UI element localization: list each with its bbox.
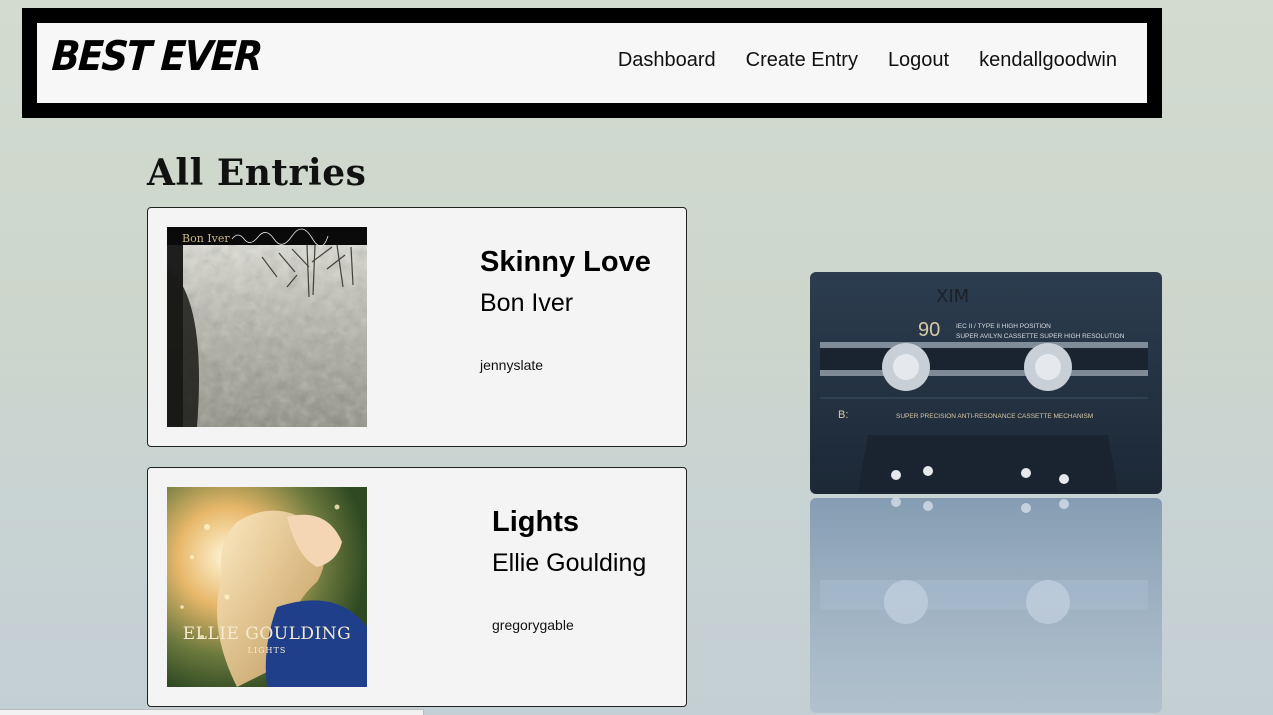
entry-card[interactable]: Bon Iver Skinny Love Bon Iver jennyslate xyxy=(147,207,687,447)
nav-username-link[interactable]: kendallgoodwin xyxy=(979,49,1117,72)
main-nav: Dashboard Create Entry Logout kendallgoo… xyxy=(618,49,1117,72)
entry-artist: Ellie Goulding xyxy=(492,549,647,577)
cassette-type: IEC II / TYPE II HIGH POSITION xyxy=(956,323,1051,330)
site-header: BEST EVER Dashboard Create Entry Logout … xyxy=(22,8,1162,118)
entry-artist: Bon Iver xyxy=(480,289,574,317)
nav-logout-link[interactable]: Logout xyxy=(888,49,949,72)
entry-song-title[interactable]: Skinny Love xyxy=(480,246,651,279)
album-cover-subtext: LIGHTS xyxy=(248,646,287,655)
album-cover-text: Bon Iver xyxy=(182,232,230,245)
nav-create-entry-link[interactable]: Create Entry xyxy=(746,49,858,72)
entry-song-title[interactable]: Lights xyxy=(492,506,579,539)
entry-card[interactable]: ELLIE GOULDING LIGHTS Lights Ellie Gould… xyxy=(147,467,687,707)
nav-dashboard-link[interactable]: Dashboard xyxy=(618,49,716,72)
cassette-side: B: xyxy=(838,409,848,421)
site-logo[interactable]: BEST EVER xyxy=(50,32,262,80)
cassette-mechanism: SUPER PRECISION ANTI-RESONANCE CASSETTE … xyxy=(896,413,1093,420)
browser-status-bar xyxy=(0,709,424,715)
cassette-handwriting: XIM xyxy=(936,286,969,307)
album-cover-image: ELLIE GOULDING LIGHTS xyxy=(167,487,367,687)
entry-username[interactable]: gregorygable xyxy=(492,617,574,633)
cassette-number: 90 xyxy=(918,319,940,341)
cassette-tape-image: 90 IEC II / TYPE II HIGH POSITION SUPER … xyxy=(808,270,1168,715)
album-cover-text: ELLIE GOULDING xyxy=(183,624,351,644)
album-cover-image: Bon Iver xyxy=(167,227,367,427)
entry-username[interactable]: jennyslate xyxy=(480,357,543,373)
page-title: All Entries xyxy=(147,152,367,194)
cassette-label-line2: SUPER AVILYN CASSETTE SUPER HIGH RESOLUT… xyxy=(956,333,1125,340)
header-inner: BEST EVER Dashboard Create Entry Logout … xyxy=(37,23,1147,103)
